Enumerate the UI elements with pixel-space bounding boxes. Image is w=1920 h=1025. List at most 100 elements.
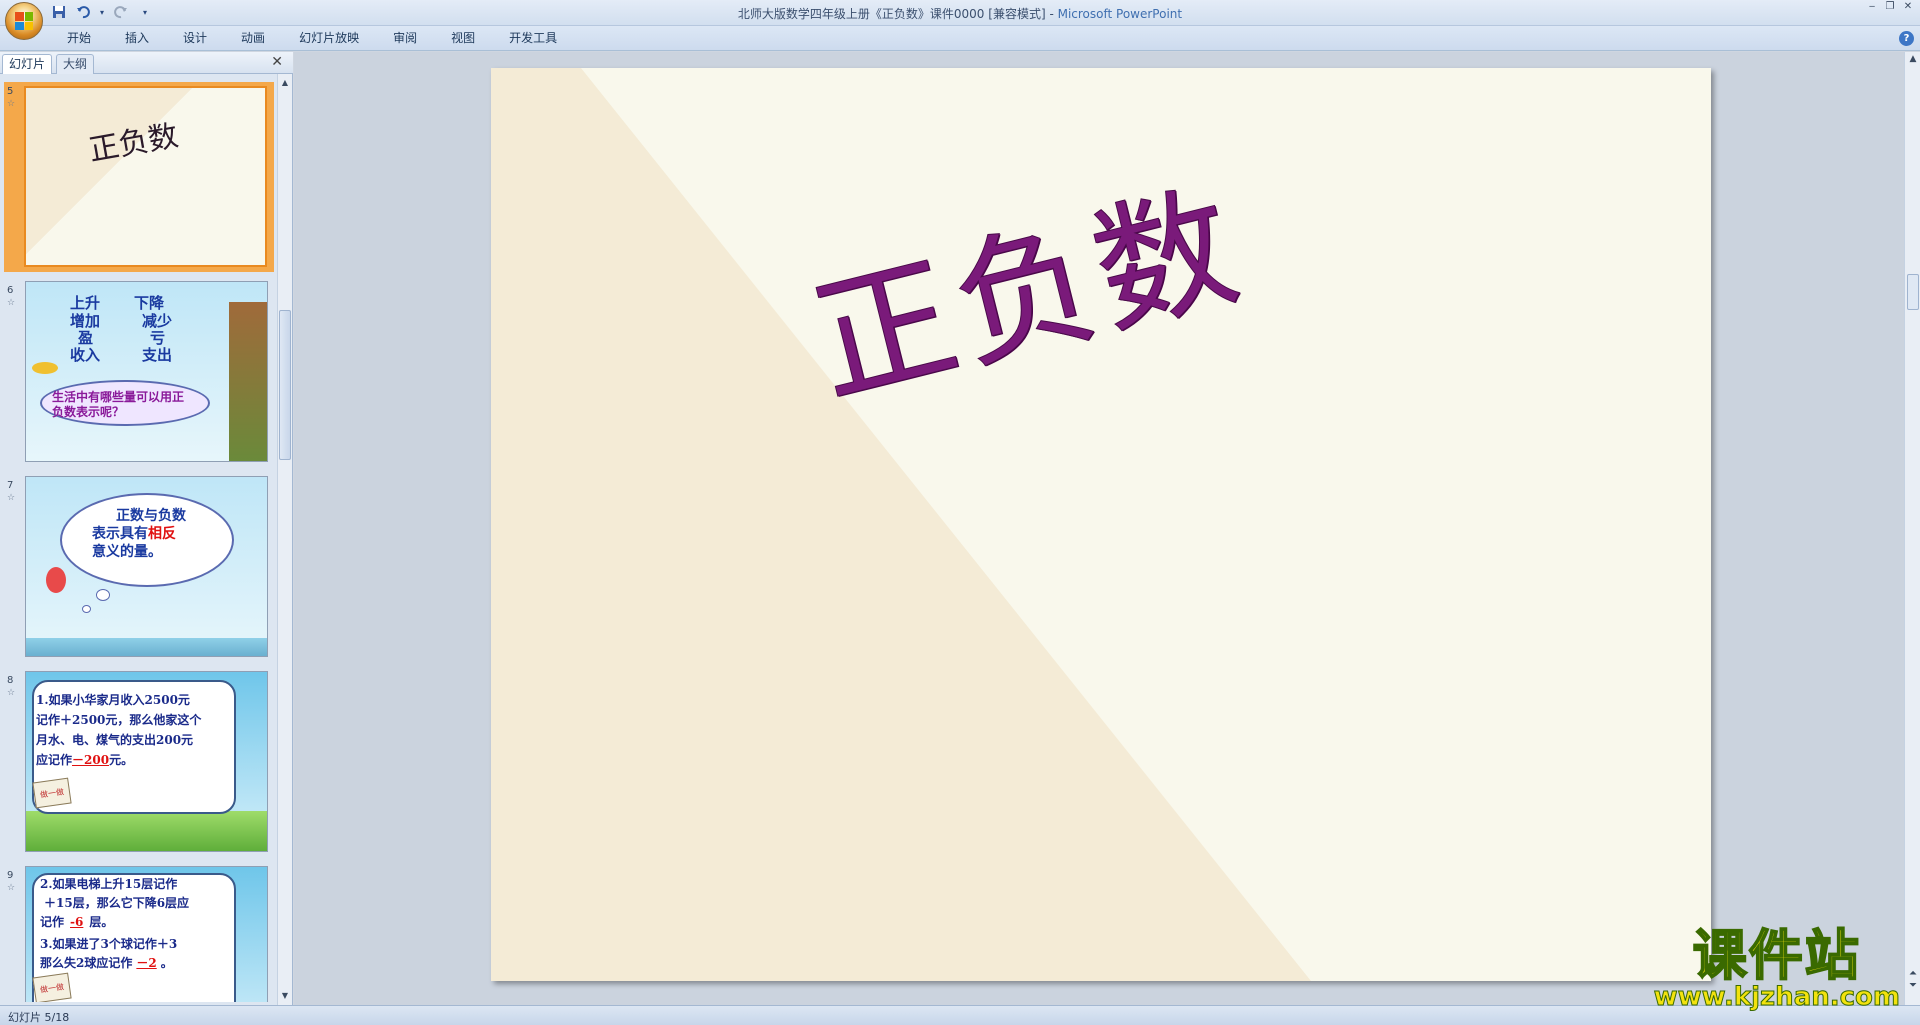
animation-star-icon: ☆ — [7, 688, 16, 698]
question-line-3: 月水、电、煤气的支出200元 — [36, 733, 194, 747]
question-text: 生活中有哪些量可以用正 负数表示呢？ — [52, 390, 184, 420]
editor-scrollbar[interactable]: ▲ ⏶ ⏷ — [1904, 52, 1920, 1005]
slide-number: 9 — [7, 870, 14, 881]
slide-number: 6 — [7, 285, 14, 296]
question-text: 2.如果电梯上升15层记作 ＋15层，那么它下降6层应 记作 -6 层。 3.如果进… — [40, 875, 189, 973]
definition-part: 表示具有 — [92, 526, 148, 542]
word-fall: 下降 — [134, 294, 165, 312]
scroll-down-icon[interactable]: ▼ — [278, 989, 292, 1003]
definition-line-1: 正数与负数 — [116, 508, 186, 524]
definition-line-2: 表示具有相反 — [92, 525, 186, 543]
animation-star-icon: ☆ — [7, 493, 16, 503]
thumbnail-frame: 正负数 — [24, 86, 267, 267]
question-line-1: 1.如果小华家月收入2500元 — [36, 693, 190, 707]
word-profit: 盈 — [78, 329, 94, 347]
question-part: 。 — [160, 956, 173, 970]
definition-line-3: 意义的量。 — [92, 544, 162, 560]
tab-review[interactable]: 审阅 — [376, 26, 434, 51]
question-line-3: 记作 -6 层。 — [40, 913, 189, 932]
tab-outline[interactable]: 大纲 — [56, 54, 95, 74]
tab-developer[interactable]: 开发工具 — [492, 26, 574, 51]
grass-strip — [26, 811, 267, 851]
document-title: 北师大版数学四年级上册《正负数》课件0000 [兼容模式] - — [737, 7, 1058, 21]
thumbnail-frame: 上升 下降 增加 减少 盈 亏 收入 支出 生活中有哪些量可以用正 负数表示呢？ — [25, 281, 268, 462]
try-it-sign: 做一做 — [32, 777, 72, 809]
scrollbar-thumb[interactable] — [1907, 274, 1919, 310]
thumbnail-frame: 2.如果电梯上升15层记作 ＋15层，那么它下降6层应 记作 -6 层。 3.如果进… — [25, 866, 268, 1002]
question-line-2: ＋15层，那么它下降6层应 — [44, 896, 190, 910]
scroll-up-icon[interactable]: ▲ — [278, 76, 292, 90]
ground-strip — [26, 638, 267, 656]
slide-thumbnail-5[interactable]: 5 ☆ 正负数 — [4, 82, 274, 272]
question-line-4: 应记作－200元。 — [36, 750, 201, 770]
word-increase: 增加 — [70, 312, 101, 330]
balloon-illustration — [46, 567, 66, 593]
question-line-2: 负数表示呢？ — [52, 405, 125, 419]
word-rise: 上升 — [70, 294, 101, 312]
question-line-2: 记作＋2500元，那么他家这个 — [36, 713, 202, 727]
thumbnail-frame: 1.如果小华家月收入2500元 记作＋2500元，那么他家这个 月水、电、煤气的… — [25, 671, 268, 852]
watermark-url: www.kjzhan.com — [1653, 982, 1900, 1012]
thumbnail-list: 5 ☆ 正负数 6 ☆ 上升 下降 增加 减少 盈 亏 收入 支出 生活中有哪些… — [0, 76, 278, 1002]
tab-slides[interactable]: 幻灯片 — [2, 54, 53, 74]
word-income: 收入 — [70, 346, 101, 364]
previous-slide-icon[interactable]: ⏶ — [1905, 969, 1920, 979]
slide-number: 5 — [7, 86, 14, 97]
try-it-sign: 做一做 — [32, 972, 72, 1002]
ribbon-tab-bar: 开始 插入 设计 动画 幻灯片放映 审阅 视图 开发工具 — [0, 26, 1920, 51]
word-loss: 亏 — [150, 329, 166, 347]
animation-star-icon: ☆ — [7, 883, 16, 893]
definition-text: 正数与负数 表示具有相反 意义的量。 — [92, 507, 186, 561]
question-text: 1.如果小华家月收入2500元 记作＋2500元，那么他家这个 月水、电、煤气的… — [36, 690, 201, 770]
slide-thumbnail-7[interactable]: 7 ☆ 正数与负数 表示具有相反 意义的量。 — [4, 476, 274, 661]
question-line-4: 3.如果进了3个球记作＋3 — [40, 937, 178, 951]
tab-animations[interactable]: 动画 — [224, 26, 282, 51]
slides-pane: 幻灯片 大纲 ✕ 5 ☆ 正负数 6 ☆ 上升 下降 增加 减少 盈 亏 收入 … — [0, 52, 293, 1005]
next-slide-icon[interactable]: ⏷ — [1905, 981, 1920, 991]
window-title: 北师大版数学四年级上册《正负数》课件0000 [兼容模式] - Microsof… — [0, 5, 1920, 22]
minimize-icon[interactable]: ‒ — [1864, 1, 1880, 13]
powerpoint-window: ▾ ▾ 北师大版数学四年级上册《正负数》课件0000 [兼容模式] - Micr… — [0, 0, 1920, 1025]
question-line-1: 2.如果电梯上升15层记作 — [40, 877, 178, 891]
answer-text: －200 — [72, 753, 110, 767]
slide-number: 7 — [7, 480, 14, 491]
scrollbar-thumb[interactable] — [279, 310, 291, 460]
office-button[interactable] — [5, 2, 43, 40]
slide-thumbnail-8[interactable]: 8 ☆ 1.如果小华家月收入2500元 记作＋2500元，那么他家这个 月水、电… — [4, 671, 274, 856]
tab-view[interactable]: 视图 — [434, 26, 492, 51]
tab-home[interactable]: 开始 — [50, 26, 108, 51]
cloud-bubble — [82, 605, 91, 613]
question-line-5: 那么失2球应记作 －2。 — [40, 954, 189, 973]
watermark-logo: 课件站 www.kjzhan.com — [1653, 924, 1900, 1012]
help-icon[interactable]: ? — [1899, 31, 1914, 46]
question-line-1: 生活中有哪些量可以用正 — [52, 390, 185, 404]
slide-counter: 幻灯片 5/18 — [8, 1011, 70, 1024]
pane-tab-bar: 幻灯片 大纲 ✕ — [0, 52, 293, 74]
tab-design[interactable]: 设计 — [166, 26, 224, 51]
slide-thumbnail-9[interactable]: 9 ☆ 2.如果电梯上升15层记作 ＋15层，那么它下降6层应 记作 -6 层。 3… — [4, 866, 274, 1002]
question-part: 应记作 — [36, 753, 73, 767]
close-icon[interactable]: ✕ — [1900, 1, 1916, 13]
question-part: 记作 — [40, 915, 65, 929]
window-controls: ‒ ❐ ✕ — [1864, 1, 1916, 13]
tab-insert[interactable]: 插入 — [108, 26, 166, 51]
scroll-up-icon[interactable]: ▲ — [1905, 54, 1920, 64]
restore-icon[interactable]: ❐ — [1882, 1, 1898, 13]
word-decrease: 减少 — [142, 312, 173, 330]
question-part: 那么失2球应记作 — [40, 956, 133, 970]
answer-text: -6 — [70, 915, 84, 929]
bird-illustration — [32, 362, 58, 374]
current-slide[interactable]: 正负数 — [491, 68, 1711, 981]
tab-slide-show[interactable]: 幻灯片放映 — [282, 26, 376, 51]
highlight-opposite: 相反 — [148, 526, 176, 542]
thumbnail-scrollbar[interactable]: ▲ ▼ — [277, 74, 292, 1005]
answer-text: －2 — [136, 956, 157, 970]
app-name: Microsoft PowerPoint — [1057, 7, 1183, 21]
slide-number: 8 — [7, 675, 14, 686]
animation-star-icon: ☆ — [7, 298, 16, 308]
close-icon[interactable]: ✕ — [271, 54, 283, 70]
watermark-text: 课件站 — [1692, 924, 1861, 987]
question-part: 元。 — [109, 753, 134, 767]
slide-thumbnail-6[interactable]: 6 ☆ 上升 下降 增加 减少 盈 亏 收入 支出 生活中有哪些量可以用正 负数表… — [4, 281, 274, 466]
office-logo-icon — [15, 12, 33, 30]
